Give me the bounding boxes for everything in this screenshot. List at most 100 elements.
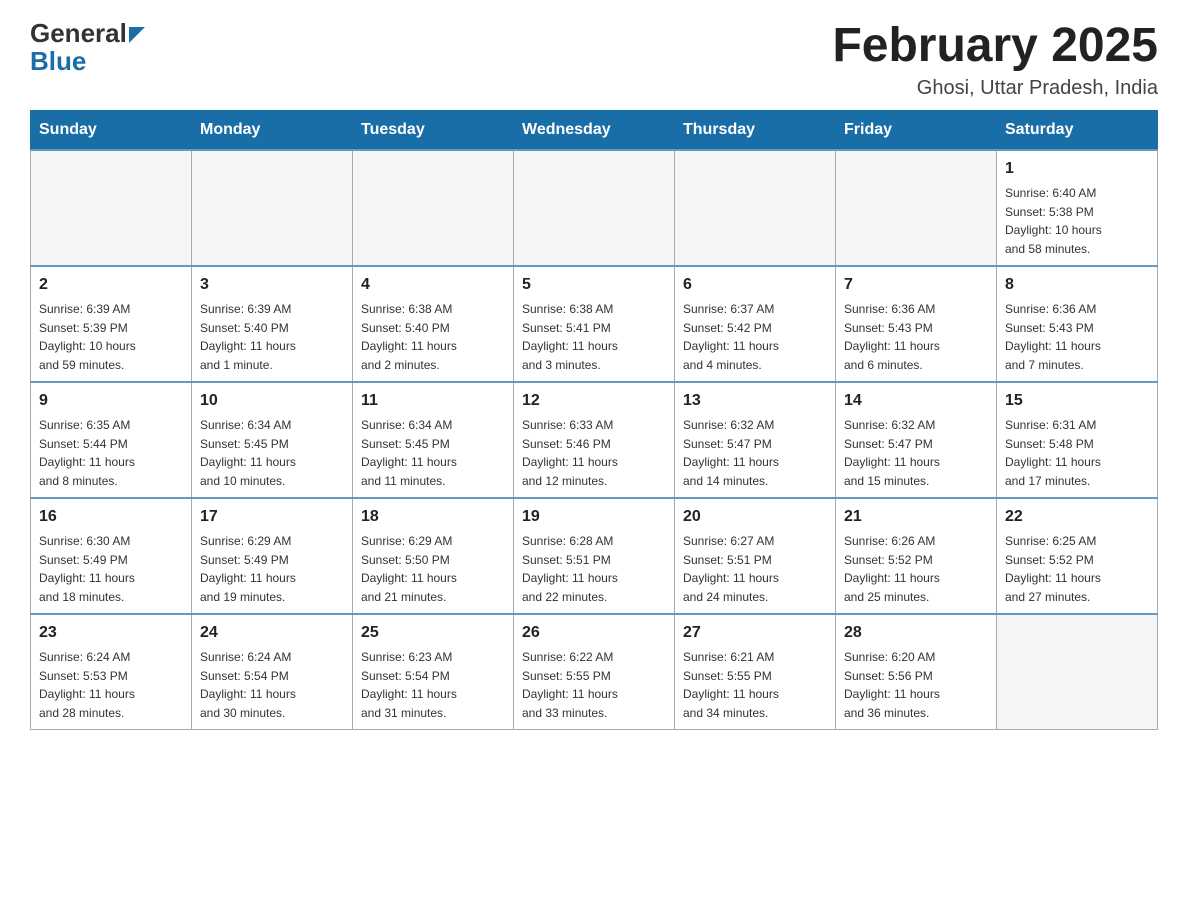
calendar-cell: 11 Sunrise: 6:34 AM Sunset: 5:45 PM Dayli… [353, 382, 514, 498]
calendar-cell: 7Sunrise: 6:36 AM Sunset: 5:43 PM Daylig… [836, 266, 997, 382]
calendar-cell: 17 Sunrise: 6:29 AM Sunset: 5:49 PM Dayli… [192, 498, 353, 614]
calendar-cell [353, 150, 514, 266]
day-info: Sunrise: 6:32 AM Sunset: 5:47 PM Dayligh… [683, 418, 779, 488]
day-number: 8 [1005, 273, 1149, 297]
header-friday: Friday [836, 110, 997, 150]
header-saturday: Saturday [997, 110, 1158, 150]
calendar-cell: 15 Sunrise: 6:31 AM Sunset: 5:48 PM Dayli… [997, 382, 1158, 498]
calendar-cell: 5Sunrise: 6:38 AM Sunset: 5:41 PM Daylig… [514, 266, 675, 382]
calendar-body: 1 Sunrise: 6:40 AM Sunset: 5:38 PM Daylig… [31, 150, 1158, 730]
day-info: Sunrise: 6:25 AM Sunset: 5:52 PM Dayligh… [1005, 534, 1101, 604]
day-number: 9 [39, 389, 183, 413]
calendar-cell: 14 Sunrise: 6:32 AM Sunset: 5:47 PM Dayli… [836, 382, 997, 498]
day-number: 7 [844, 273, 988, 297]
calendar-week-5: 23 Sunrise: 6:24 AM Sunset: 5:53 PM Dayli… [31, 614, 1158, 730]
day-info: Sunrise: 6:39 AM Sunset: 5:40 PM Dayligh… [200, 302, 296, 372]
day-info: Sunrise: 6:26 AM Sunset: 5:52 PM Dayligh… [844, 534, 940, 604]
day-number: 16 [39, 505, 183, 529]
day-number: 12 [522, 389, 666, 413]
day-number: 14 [844, 389, 988, 413]
calendar-cell: 23 Sunrise: 6:24 AM Sunset: 5:53 PM Dayli… [31, 614, 192, 730]
day-info: Sunrise: 6:35 AM Sunset: 5:44 PM Dayligh… [39, 418, 135, 488]
day-number: 20 [683, 505, 827, 529]
calendar-cell: 2Sunrise: 6:39 AM Sunset: 5:39 PM Daylig… [31, 266, 192, 382]
day-number: 4 [361, 273, 505, 297]
day-number: 13 [683, 389, 827, 413]
calendar-cell: 19Sunrise: 6:28 AM Sunset: 5:51 PM Dayli… [514, 498, 675, 614]
day-number: 18 [361, 505, 505, 529]
day-info: Sunrise: 6:34 AM Sunset: 5:45 PM Dayligh… [200, 418, 296, 488]
calendar-cell: 13 Sunrise: 6:32 AM Sunset: 5:47 PM Dayli… [675, 382, 836, 498]
calendar-cell [836, 150, 997, 266]
header-sunday: Sunday [31, 110, 192, 150]
calendar-cell: 9 Sunrise: 6:35 AM Sunset: 5:44 PM Daylig… [31, 382, 192, 498]
day-info: Sunrise: 6:39 AM Sunset: 5:39 PM Dayligh… [39, 302, 136, 372]
calendar-cell: 27 Sunrise: 6:21 AM Sunset: 5:55 PM Dayli… [675, 614, 836, 730]
day-number: 21 [844, 505, 988, 529]
day-number: 24 [200, 621, 344, 645]
calendar-header: Sunday Monday Tuesday Wednesday Thursday… [31, 110, 1158, 150]
day-number: 6 [683, 273, 827, 297]
calendar-cell: 16 Sunrise: 6:30 AM Sunset: 5:49 PM Dayli… [31, 498, 192, 614]
calendar-week-4: 16 Sunrise: 6:30 AM Sunset: 5:49 PM Dayli… [31, 498, 1158, 614]
calendar-week-3: 9 Sunrise: 6:35 AM Sunset: 5:44 PM Daylig… [31, 382, 1158, 498]
calendar-cell [997, 614, 1158, 730]
day-info: Sunrise: 6:27 AM Sunset: 5:51 PM Dayligh… [683, 534, 779, 604]
day-number: 1 [1005, 157, 1149, 181]
day-info: Sunrise: 6:32 AM Sunset: 5:47 PM Dayligh… [844, 418, 940, 488]
day-number: 11 [361, 389, 505, 413]
day-info: Sunrise: 6:24 AM Sunset: 5:54 PM Dayligh… [200, 650, 296, 720]
day-info: Sunrise: 6:36 AM Sunset: 5:43 PM Dayligh… [1005, 302, 1101, 372]
logo-general-text: General [30, 20, 145, 46]
day-info: Sunrise: 6:38 AM Sunset: 5:41 PM Dayligh… [522, 302, 618, 372]
day-info: Sunrise: 6:21 AM Sunset: 5:55 PM Dayligh… [683, 650, 779, 720]
calendar-table: Sunday Monday Tuesday Wednesday Thursday… [30, 110, 1158, 730]
calendar-cell: 3Sunrise: 6:39 AM Sunset: 5:40 PM Daylig… [192, 266, 353, 382]
calendar-subtitle: Ghosi, Uttar Pradesh, India [832, 77, 1158, 100]
day-number: 15 [1005, 389, 1149, 413]
day-number: 26 [522, 621, 666, 645]
day-info: Sunrise: 6:40 AM Sunset: 5:38 PM Dayligh… [1005, 186, 1102, 256]
weekday-header-row: Sunday Monday Tuesday Wednesday Thursday… [31, 110, 1158, 150]
logo: General Blue [30, 20, 145, 74]
calendar-cell: 8 Sunrise: 6:36 AM Sunset: 5:43 PM Daylig… [997, 266, 1158, 382]
title-area: February 2025 Ghosi, Uttar Pradesh, Indi… [832, 20, 1158, 100]
day-info: Sunrise: 6:38 AM Sunset: 5:40 PM Dayligh… [361, 302, 457, 372]
calendar-week-1: 1 Sunrise: 6:40 AM Sunset: 5:38 PM Daylig… [31, 150, 1158, 266]
header-thursday: Thursday [675, 110, 836, 150]
day-info: Sunrise: 6:34 AM Sunset: 5:45 PM Dayligh… [361, 418, 457, 488]
day-info: Sunrise: 6:20 AM Sunset: 5:56 PM Dayligh… [844, 650, 940, 720]
calendar-cell: 24 Sunrise: 6:24 AM Sunset: 5:54 PM Dayli… [192, 614, 353, 730]
calendar-cell [675, 150, 836, 266]
calendar-cell: 1 Sunrise: 6:40 AM Sunset: 5:38 PM Daylig… [997, 150, 1158, 266]
day-number: 17 [200, 505, 344, 529]
day-info: Sunrise: 6:37 AM Sunset: 5:42 PM Dayligh… [683, 302, 779, 372]
calendar-cell: 12 Sunrise: 6:33 AM Sunset: 5:46 PM Dayli… [514, 382, 675, 498]
calendar-cell: 18Sunrise: 6:29 AM Sunset: 5:50 PM Dayli… [353, 498, 514, 614]
day-number: 22 [1005, 505, 1149, 529]
day-number: 10 [200, 389, 344, 413]
calendar-cell: 6 Sunrise: 6:37 AM Sunset: 5:42 PM Daylig… [675, 266, 836, 382]
page-header: General Blue February 2025 Ghosi, Uttar … [30, 20, 1158, 100]
day-number: 27 [683, 621, 827, 645]
day-info: Sunrise: 6:31 AM Sunset: 5:48 PM Dayligh… [1005, 418, 1101, 488]
calendar-cell: 25 Sunrise: 6:23 AM Sunset: 5:54 PM Dayli… [353, 614, 514, 730]
day-info: Sunrise: 6:33 AM Sunset: 5:46 PM Dayligh… [522, 418, 618, 488]
calendar-cell: 26 Sunrise: 6:22 AM Sunset: 5:55 PM Dayli… [514, 614, 675, 730]
day-info: Sunrise: 6:29 AM Sunset: 5:49 PM Dayligh… [200, 534, 296, 604]
calendar-cell [514, 150, 675, 266]
header-wednesday: Wednesday [514, 110, 675, 150]
day-info: Sunrise: 6:22 AM Sunset: 5:55 PM Dayligh… [522, 650, 618, 720]
logo-blue-text: Blue [30, 48, 86, 74]
calendar-cell: 21 Sunrise: 6:26 AM Sunset: 5:52 PM Dayli… [836, 498, 997, 614]
calendar-title: February 2025 [832, 20, 1158, 73]
day-number: 25 [361, 621, 505, 645]
calendar-cell: 4 Sunrise: 6:38 AM Sunset: 5:40 PM Daylig… [353, 266, 514, 382]
day-info: Sunrise: 6:30 AM Sunset: 5:49 PM Dayligh… [39, 534, 135, 604]
calendar-cell: 22 Sunrise: 6:25 AM Sunset: 5:52 PM Dayli… [997, 498, 1158, 614]
day-number: 23 [39, 621, 183, 645]
day-info: Sunrise: 6:24 AM Sunset: 5:53 PM Dayligh… [39, 650, 135, 720]
calendar-cell: 10 Sunrise: 6:34 AM Sunset: 5:45 PM Dayli… [192, 382, 353, 498]
calendar-cell: 20 Sunrise: 6:27 AM Sunset: 5:51 PM Dayli… [675, 498, 836, 614]
day-info: Sunrise: 6:23 AM Sunset: 5:54 PM Dayligh… [361, 650, 457, 720]
